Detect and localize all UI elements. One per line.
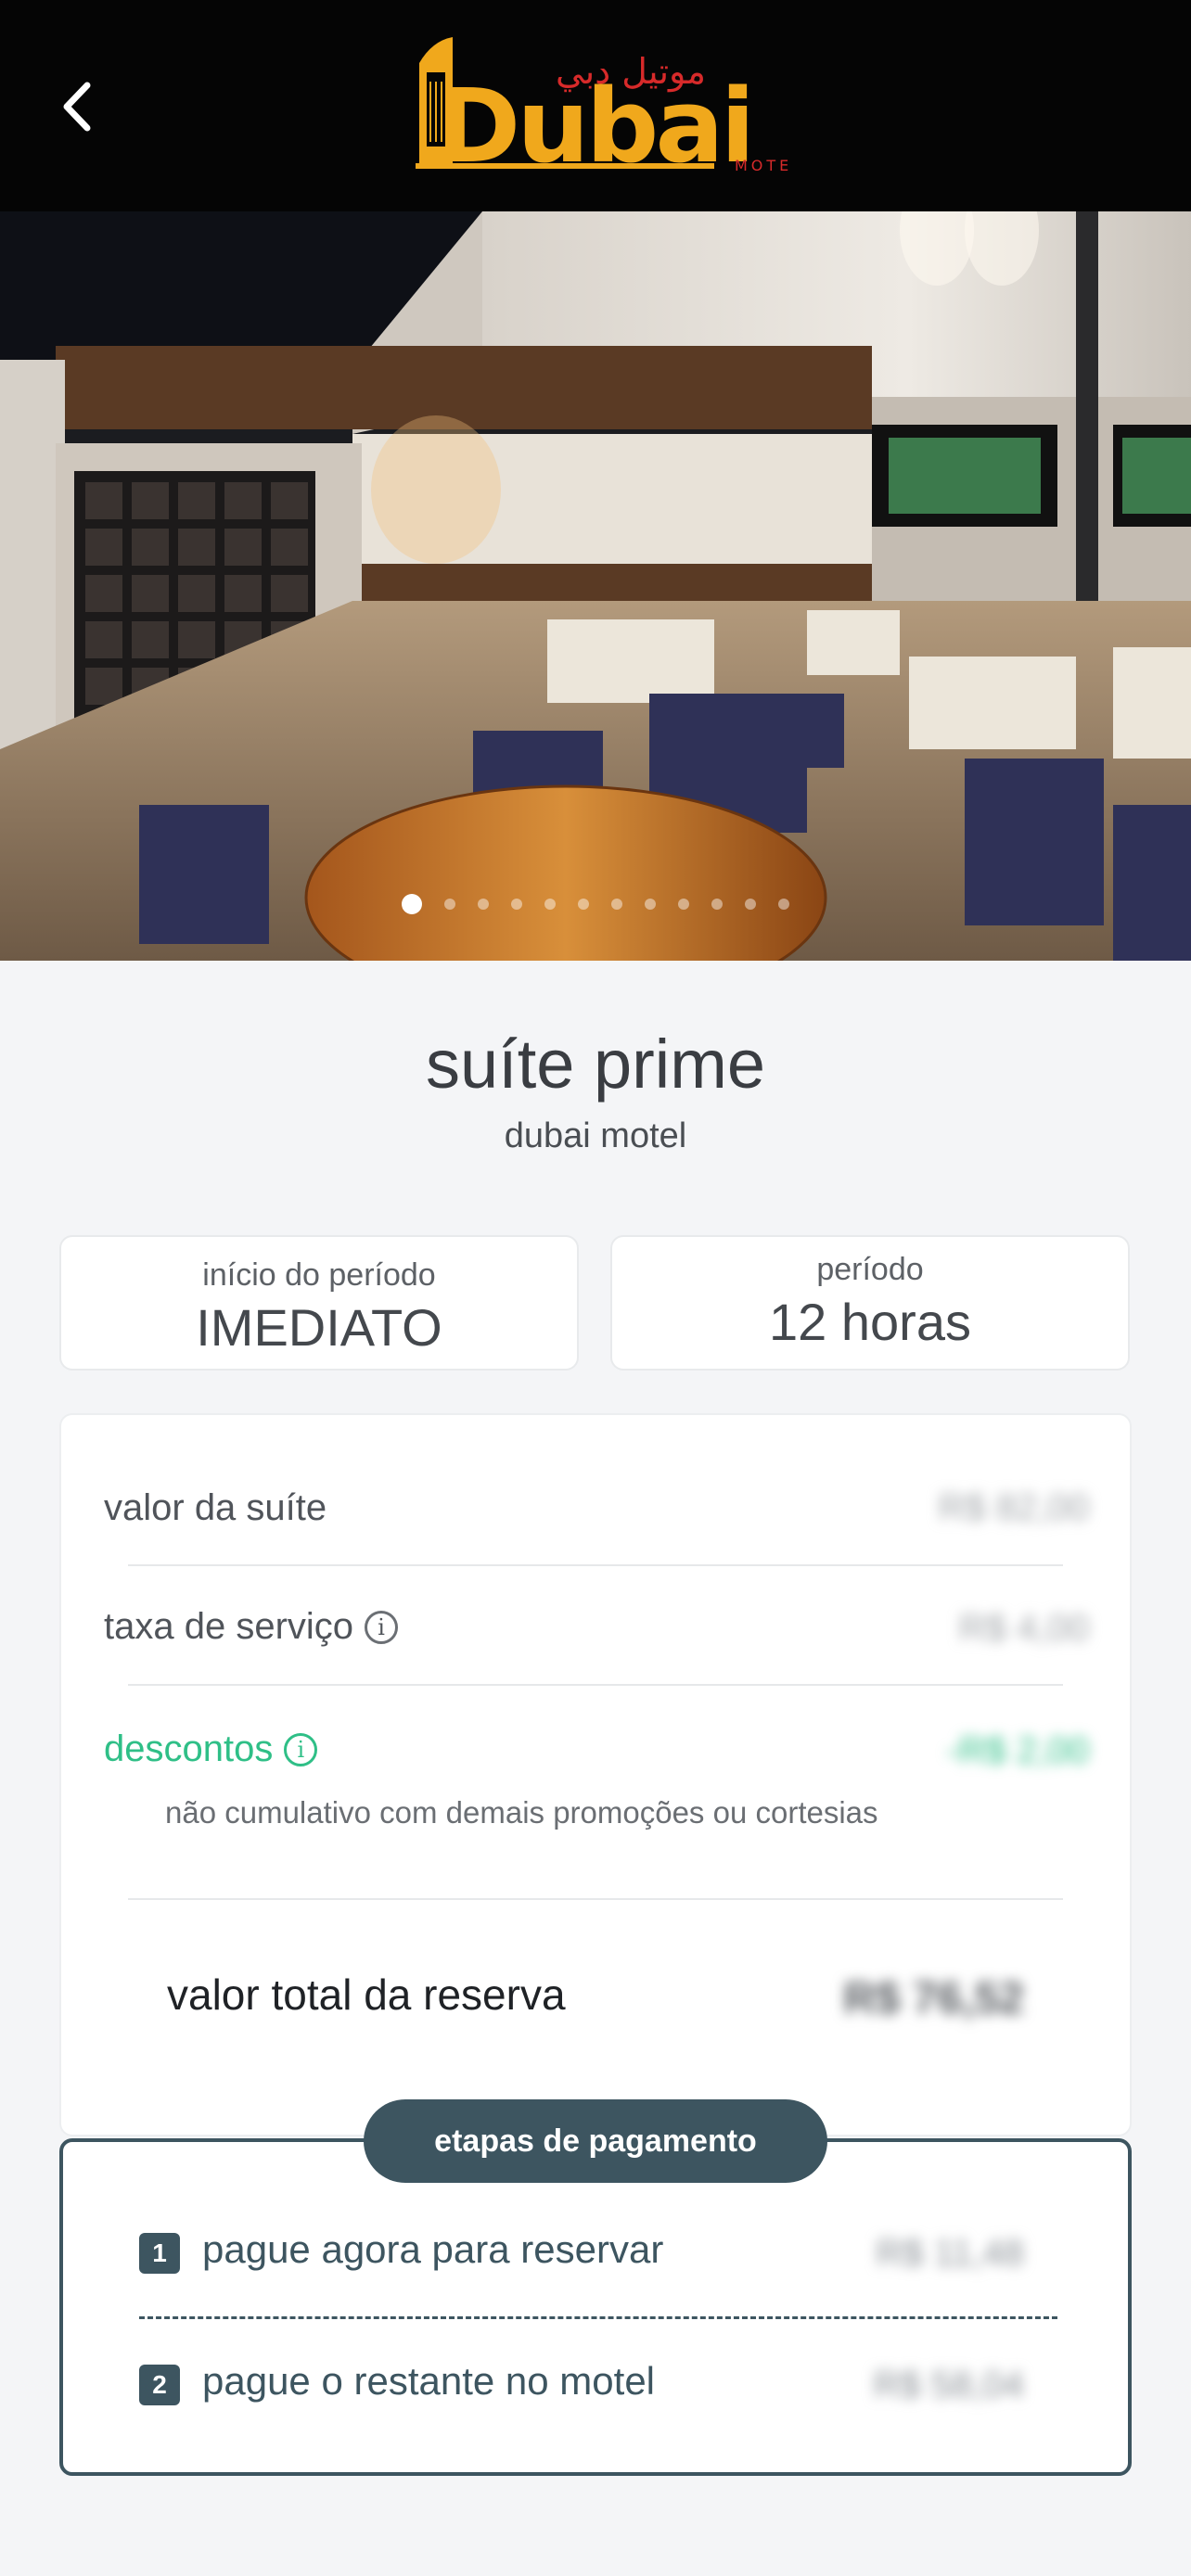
service-fee-label: taxa de serviço [104,1606,354,1647]
payment-steps-title: etapas de pagamento [364,2099,827,2183]
carousel-indicator [0,894,1191,914]
step-2-number: 2 [139,2365,180,2405]
carousel-dot[interactable] [611,899,622,910]
service-fee-value: R$ 4,00 [958,1608,1089,1649]
payment-steps-box [59,2138,1132,2476]
period-duration-label: período [816,1252,924,1287]
service-fee-info-icon[interactable]: i [365,1611,399,1644]
carousel-dot[interactable] [478,899,489,910]
carousel-dot[interactable] [402,894,422,914]
suite-photo [0,211,1191,961]
app-header: Dubai موتيل دبي MOTEL [0,0,1191,211]
carousel-dot[interactable] [778,899,789,910]
motel-name: dubai motel [504,1116,687,1155]
period-duration-box: período 12 horas [610,1235,1130,1371]
period-start-label: início do período [202,1257,436,1293]
divider [128,1684,1063,1686]
carousel-dot[interactable] [678,899,689,910]
logo-arabic: موتيل دبي [556,51,706,93]
carousel-dot[interactable] [645,899,656,910]
step-separator [139,2316,1057,2319]
suite-title: suíte prime [425,1026,766,1103]
carousel-dot[interactable] [511,899,522,910]
step-1-label: pague agora para reservar [202,2227,664,2271]
suite-photo-carousel[interactable] [0,211,1191,961]
step-2-value: R$ 58,04 [873,2365,1024,2405]
discount-label: descontos [104,1728,274,1769]
logo-subtext: MOTEL [735,157,788,174]
period-start-value: IMEDIATO [196,1298,442,1357]
discount-value: -R$ 2,00 [946,1730,1089,1771]
divider [128,1564,1063,1566]
total-value: R$ 76,52 [843,1974,1024,2023]
discount-info-icon[interactable]: i [284,1733,318,1766]
carousel-dot[interactable] [711,899,723,910]
step-1-number: 1 [139,2233,180,2274]
back-button[interactable] [52,74,108,139]
carousel-dot[interactable] [578,899,589,910]
discount-row: descontos i [104,1728,318,1770]
dubai-motel-logo: Dubai موتيل دبي MOTEL [399,35,800,185]
suite-price-label: valor da suíte [104,1487,327,1528]
divider [128,1898,1063,1900]
period-duration-value: 12 horas [769,1293,971,1351]
period-start-box: início do período IMEDIATO [59,1235,579,1371]
carousel-dot[interactable] [544,899,556,910]
step-2-label: pague o restante no motel [202,2359,656,2403]
total-label: valor total da reserva [167,1970,566,2019]
step-1-value: R$ 11,48 [876,2233,1024,2274]
suite-price-value: R$ 82,00 [938,1487,1089,1528]
carousel-dot[interactable] [745,899,756,910]
service-fee-row: taxa de serviço i [104,1606,399,1648]
carousel-dot[interactable] [444,899,455,910]
chevron-left-icon [63,82,91,132]
discount-note: não cumulativo com demais promoções ou c… [165,1795,878,1830]
